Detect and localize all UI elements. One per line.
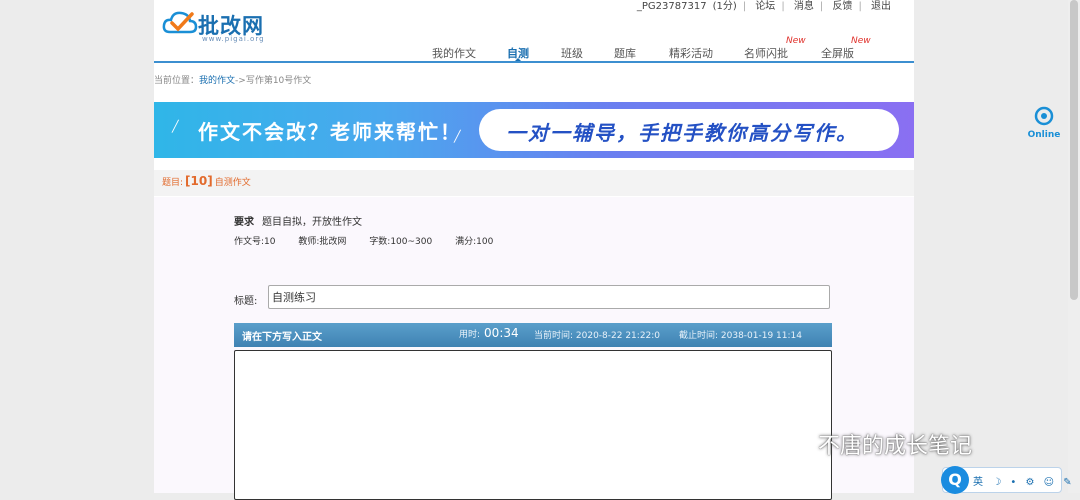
breadcrumb-link[interactable]: 我的作文 — [199, 76, 235, 86]
feedback-link[interactable]: 反馈 — [832, 1, 852, 12]
elapsed-time: 用时: 00:34 — [459, 326, 519, 340]
ime-language-toggle[interactable]: 英 — [973, 477, 983, 488]
topic-title: 题目: [10] 自测作文 — [162, 174, 251, 188]
promo-banner[interactable]: ╱ ╱ 作文不会改？老师来帮忙！ 一对一辅导，手把手教你高分写作。 — [154, 102, 914, 158]
ime-items: 英 ☽ • ⚙ ☺ ✎ — [973, 473, 1078, 488]
separator: | — [858, 1, 862, 12]
sparkle-icon: ╱ — [172, 120, 179, 133]
essay-area: 要求 题目自拟，开放性作文 作文号:10 教师:批改网 字数:100~300 满分… — [154, 197, 914, 500]
forum-link[interactable]: 论坛 — [755, 1, 775, 12]
editor-header-title: 请在下方写入正文 — [242, 332, 322, 343]
separator: | — [781, 1, 785, 12]
editor-header: 请在下方写入正文 用时: 00:34 当前时间: 2020-8-22 21:22:… — [234, 323, 832, 347]
topic-bar: 题目: [10] 自测作文 — [154, 170, 914, 196]
user-bar: _PG23787317 (1分) | 论坛 | 消息 | 反馈 | 退出 — [634, 0, 894, 12]
banner-right-text: 一对一辅导，手把手教你高分写作。 — [506, 121, 858, 145]
ime-logo-icon[interactable]: Q — [941, 466, 969, 494]
ime-emoji-icon[interactable]: ☺ — [1044, 477, 1054, 488]
page-scrollbar[interactable] — [1068, 0, 1080, 493]
banner-left-text: 作文不会改？老师来帮忙！ — [198, 120, 462, 144]
nav-class[interactable]: 班级 — [561, 45, 583, 61]
ime-tool-icon[interactable]: ✎ — [1063, 477, 1071, 488]
nav-teacher-review[interactable]: 名师闪批 New — [744, 36, 806, 61]
topic-number: [10] — [185, 174, 213, 188]
nav-teacher-review-label: 名师闪批 — [744, 47, 788, 60]
essay-number: 作文号:10 — [234, 237, 276, 247]
chat-bubble-icon — [1034, 106, 1054, 126]
elapsed-value: 00:34 — [484, 326, 519, 340]
site-logo[interactable]: 批改网 www.pigai.org — [162, 6, 302, 46]
elapsed-label: 用时: — [459, 330, 481, 340]
essay-teacher: 教师:批改网 — [298, 237, 347, 247]
new-badge: New — [786, 36, 806, 46]
breadcrumb-prefix: 当前位置： — [154, 76, 200, 86]
nav-divider — [154, 61, 914, 63]
messages-link[interactable]: 消息 — [794, 1, 814, 12]
nav-activities[interactable]: 精彩活动 — [669, 45, 713, 61]
online-service[interactable]: Online — [1026, 106, 1062, 140]
requirement: 要求 题目自拟，开放性作文 — [234, 213, 362, 228]
current-time: 当前时间: 2020-8-22 21:22:0 — [534, 331, 661, 341]
nav-fullscreen-label: 全屏版 — [821, 47, 854, 60]
essay-body-editor[interactable] — [234, 350, 832, 500]
deadline-time: 截止时间: 2038-01-19 11:14 — [679, 331, 802, 341]
title-input[interactable] — [268, 285, 830, 309]
title-label: 标题: — [234, 296, 258, 307]
logo-url: www.pigai.org — [202, 35, 265, 43]
new-badge: New — [851, 36, 871, 46]
essay-word-limit: 字数:100~300 — [369, 237, 433, 247]
separator: | — [819, 1, 824, 12]
ime-settings-icon[interactable]: ⚙ — [1025, 477, 1034, 488]
topic-label: 题目: — [162, 178, 184, 188]
ime-toolbar[interactable]: Q 英 ☽ • ⚙ ☺ ✎ — [941, 466, 1072, 494]
watermark-text: 不唐的成长笔记 — [818, 434, 973, 459]
nav-my-essays[interactable]: 我的作文 — [432, 45, 476, 61]
essay-meta: 作文号:10 教师:批改网 字数:100~300 满分:100 — [234, 234, 513, 247]
ime-moon-icon[interactable]: ☽ — [992, 477, 1001, 488]
nav-fullscreen[interactable]: 全屏版 New — [821, 36, 871, 61]
ime-punct-icon[interactable]: • — [1010, 477, 1016, 488]
username[interactable]: _PG23787317 — [637, 1, 707, 12]
nav-question-bank[interactable]: 题库 — [614, 45, 636, 61]
requirement-text: 题目自拟，开放性作文 — [262, 217, 362, 228]
logout-link[interactable]: 退出 — [871, 1, 891, 12]
separator: | — [742, 1, 747, 12]
essay-full-score: 满分:100 — [455, 237, 494, 247]
breadcrumb: 当前位置：我的作文->写作第10号作文 — [154, 73, 311, 86]
requirement-label: 要求 — [234, 217, 254, 228]
scrollbar-thumb[interactable] — [1070, 0, 1078, 300]
topic-name: 自测作文 — [214, 178, 251, 188]
user-score: (1分) — [712, 1, 737, 12]
main-page: 批改网 www.pigai.org _PG23787317 (1分) | 论坛 | 消… — [154, 0, 914, 500]
breadcrumb-current: ->写作第10号作文 — [235, 76, 312, 86]
cloud-check-icon — [162, 11, 198, 34]
online-label: Online — [1027, 130, 1061, 140]
